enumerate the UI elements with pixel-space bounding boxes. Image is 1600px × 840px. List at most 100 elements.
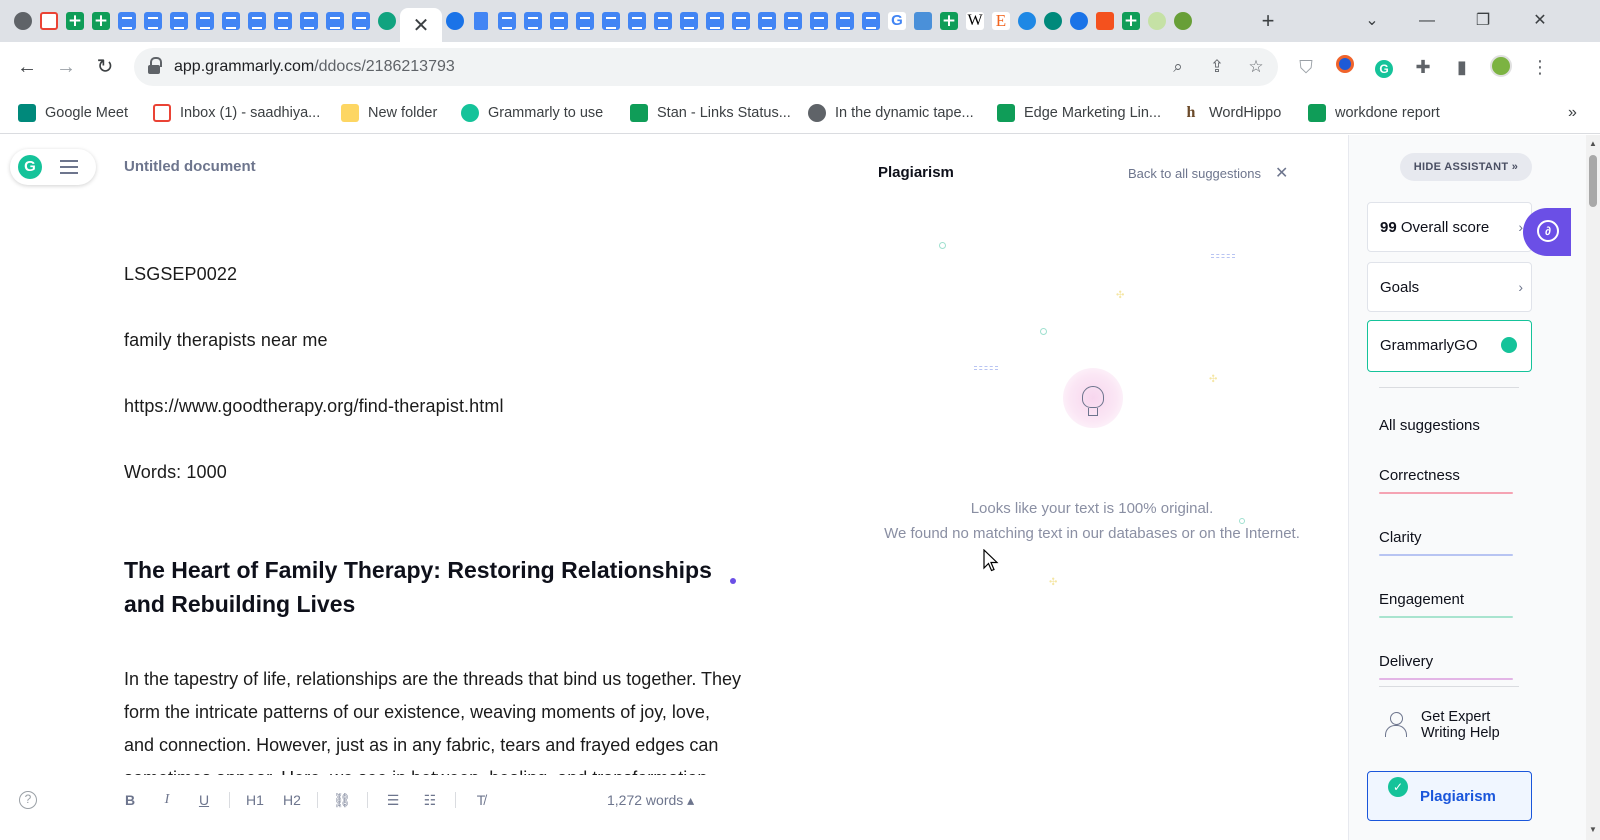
tab[interactable] — [546, 8, 572, 34]
bookmark-wordhippo[interactable]: h WordHippo — [1182, 92, 1281, 134]
tab[interactable]: E — [988, 8, 1014, 34]
tab[interactable] — [1066, 8, 1092, 34]
tab[interactable] — [598, 8, 624, 34]
goals-card[interactable]: Goals › — [1367, 262, 1532, 312]
tab[interactable] — [1118, 8, 1144, 34]
tab[interactable] — [296, 8, 322, 34]
tab[interactable]: G — [884, 8, 910, 34]
back-to-suggestions-link[interactable]: Back to all suggestions — [1128, 166, 1261, 181]
engagement-tab[interactable]: Engagement — [1379, 591, 1464, 608]
tab[interactable] — [192, 8, 218, 34]
bookmark-inbox[interactable]: Inbox (1) - saadhiya... — [153, 92, 320, 134]
lock-icon[interactable] — [148, 57, 162, 74]
tab[interactable] — [936, 8, 962, 34]
extensions-puzzle-icon[interactable]: ✚ — [1411, 55, 1435, 79]
tab[interactable] — [676, 8, 702, 34]
clear-formatting-icon[interactable]: T̸ — [469, 787, 493, 813]
tab[interactable] — [520, 8, 546, 34]
clarity-tab[interactable]: Clarity — [1379, 529, 1422, 546]
bookmark-new-folder[interactable]: New folder — [341, 92, 437, 134]
grammarly-extension-icon[interactable]: G — [1372, 55, 1396, 79]
hide-assistant-button[interactable]: HIDE ASSISTANT » — [1400, 153, 1532, 181]
tab[interactable] — [624, 8, 650, 34]
underline-button[interactable]: U — [192, 787, 216, 813]
help-icon[interactable]: ? — [19, 791, 37, 809]
tab[interactable] — [62, 8, 88, 34]
document-line[interactable]: LSGSEP0022 — [124, 264, 237, 285]
document-title[interactable]: Untitled document — [124, 158, 256, 175]
word-count[interactable]: 1,272 words ▴ — [607, 787, 694, 813]
forward-arrow-icon[interactable]: → — [52, 53, 80, 81]
tab[interactable] — [702, 8, 728, 34]
document-line[interactable]: https://www.goodtherapy.org/find-therapi… — [124, 396, 504, 417]
tab-search-chevron-icon[interactable]: ⌄ — [1352, 6, 1392, 36]
bookmarks-overflow-icon[interactable]: » — [1568, 92, 1577, 134]
tab[interactable] — [140, 8, 166, 34]
bookmark-grammarly[interactable]: Grammarly to use — [461, 92, 603, 134]
tab[interactable] — [806, 8, 832, 34]
tab[interactable] — [36, 8, 62, 34]
tab[interactable] — [166, 8, 192, 34]
grammarly-menu-pill[interactable]: G — [10, 149, 96, 185]
bookmark-edge-marketing[interactable]: Edge Marketing Lin... — [997, 92, 1161, 134]
page-scrollbar[interactable]: ▲ ▼ — [1586, 135, 1600, 840]
bulleted-list-icon[interactable]: ☷ — [418, 787, 442, 813]
tab[interactable] — [858, 8, 884, 34]
tab[interactable] — [832, 8, 858, 34]
plagiarism-button[interactable]: ✓ Plagiarism — [1367, 771, 1532, 821]
document-heading[interactable]: The Heart of Family Therapy: Restoring R… — [124, 553, 744, 621]
tab-active[interactable]: ✕ — [400, 8, 442, 42]
url-text[interactable]: app.grammarly.com/ddocs/2186213793 — [174, 48, 455, 86]
expert-help-link[interactable]: Get Expert Writing Help — [1421, 709, 1531, 741]
tab[interactable] — [468, 8, 494, 34]
bookmark-star-icon[interactable]: ☆ — [1245, 56, 1267, 78]
tab[interactable] — [754, 8, 780, 34]
tab[interactable] — [244, 8, 270, 34]
document-line[interactable]: family therapists near me — [124, 330, 328, 351]
close-window-button[interactable]: ✕ — [1520, 6, 1560, 36]
tab[interactable] — [442, 8, 468, 34]
color-extension-icon[interactable] — [1333, 55, 1357, 79]
shield-extension-icon[interactable]: ⛉ — [1294, 55, 1318, 79]
overall-score-card[interactable]: 99 Overall score › — [1367, 202, 1532, 252]
scroll-down-arrow-icon[interactable]: ▼ — [1587, 825, 1599, 834]
tab[interactable] — [348, 8, 374, 34]
floating-assistant-button[interactable]: ∂ — [1523, 208, 1571, 256]
tab[interactable] — [1014, 8, 1040, 34]
reload-icon[interactable]: ↻ — [91, 53, 119, 81]
more-menu-icon[interactable]: ⋮ — [1528, 55, 1552, 79]
profile-avatar[interactable] — [1489, 55, 1513, 79]
tab[interactable] — [374, 8, 400, 34]
minimize-button[interactable]: — — [1407, 6, 1447, 36]
tab[interactable] — [728, 8, 754, 34]
hamburger-menu-icon[interactable] — [60, 160, 78, 174]
tab[interactable] — [494, 8, 520, 34]
close-panel-icon[interactable]: ✕ — [1275, 163, 1288, 183]
numbered-list-icon[interactable]: ☰ — [381, 787, 405, 813]
tab[interactable] — [10, 8, 36, 34]
address-bar[interactable]: app.grammarly.com/ddocs/2186213793 ⌕ ⇪ ☆ — [134, 48, 1278, 86]
correctness-tab[interactable]: Correctness — [1379, 467, 1460, 484]
heading2-button[interactable]: H2 — [280, 787, 304, 813]
delivery-tab[interactable]: Delivery — [1379, 653, 1433, 670]
scroll-up-arrow-icon[interactable]: ▲ — [1587, 139, 1599, 148]
tab[interactable] — [114, 8, 140, 34]
tab[interactable] — [780, 8, 806, 34]
grammarlygo-card[interactable]: GrammarlyGO — [1367, 320, 1532, 372]
grammarly-logo-icon[interactable]: G — [18, 155, 42, 179]
scroll-thumb[interactable] — [1589, 155, 1597, 207]
restore-button[interactable]: ❐ — [1463, 6, 1503, 36]
tab[interactable] — [1170, 8, 1196, 34]
bookmark-stan-links[interactable]: Stan - Links Status... — [630, 92, 791, 134]
new-tab-button[interactable]: + — [1255, 8, 1281, 34]
tab[interactable]: W — [962, 8, 988, 34]
tab[interactable] — [1092, 8, 1118, 34]
all-suggestions-tab[interactable]: All suggestions — [1379, 417, 1480, 434]
expert-person-icon[interactable] — [1383, 711, 1409, 737]
tab[interactable] — [1144, 8, 1170, 34]
tab[interactable] — [322, 8, 348, 34]
tab[interactable] — [270, 8, 296, 34]
share-icon[interactable]: ⇪ — [1206, 56, 1228, 78]
back-arrow-icon[interactable]: ← — [13, 53, 41, 81]
side-panel-icon[interactable]: ▮ — [1450, 55, 1474, 79]
